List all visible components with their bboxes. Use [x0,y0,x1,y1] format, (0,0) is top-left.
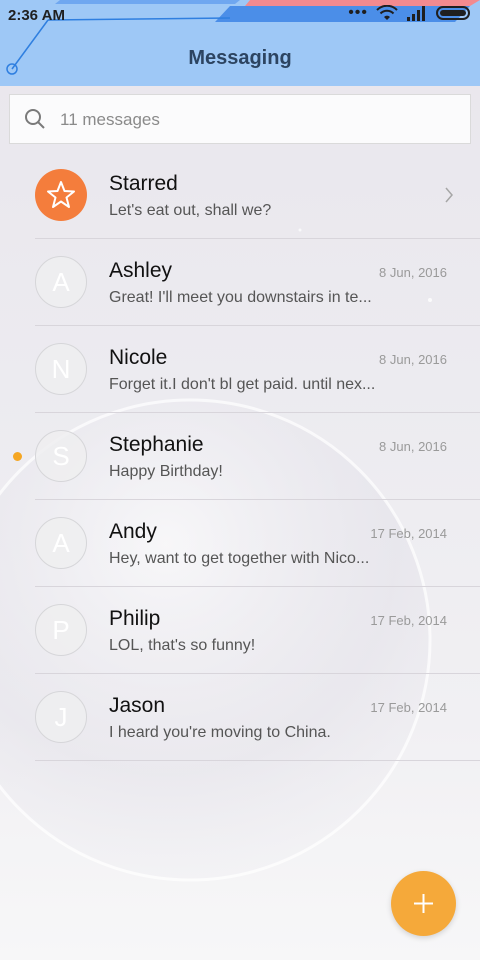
contact-name: Nicole [109,346,168,369]
contact-name: Andy [109,520,157,543]
message-preview: Forget it.I don't bl get paid. until nex… [109,376,376,393]
search-icon [25,109,45,129]
plus-icon [414,894,433,913]
page-title: Messaging [188,47,292,69]
conversation-row-andy[interactable]: A Andy Hey, want to get together with Ni… [0,500,480,587]
new-message-button[interactable] [391,871,456,936]
starred-avatar [35,169,87,221]
message-preview: Happy Birthday! [109,463,223,480]
app-header: 2:36 AM ••• Messaging [0,0,480,86]
message-preview: I heard you're moving to China. [109,724,331,741]
conversation-row-jason[interactable]: J Jason I heard you're moving to China. … [0,674,480,761]
contact-avatar: S [35,430,87,482]
message-date: 17 Feb, 2014 [370,613,447,628]
search-bar[interactable]: 11 messages [9,94,471,144]
message-date: 8 Jun, 2016 [379,352,447,367]
contact-name: Ashley [109,259,173,282]
message-date: 17 Feb, 2014 [370,700,447,715]
conversation-row-nicole[interactable]: N Nicole Forget it.I don't bl get paid. … [0,326,480,413]
contact-avatar: N [35,343,87,395]
contact-name: Philip [109,607,161,630]
message-date: 17 Feb, 2014 [370,526,447,541]
message-date: 8 Jun, 2016 [379,439,447,454]
unread-indicator [13,452,22,461]
message-preview: Let's eat out, shall we? [109,202,272,219]
chevron-right-icon [445,187,453,203]
contact-avatar: J [35,691,87,743]
contact-avatar: A [35,517,87,569]
message-preview: Hey, want to get together with Nico... [109,550,370,567]
contact-name: Stephanie [109,433,204,456]
wifi-icon [376,5,398,20]
contact-avatar: A [35,256,87,308]
contact-name: Starred [109,172,178,195]
status-icons: ••• [348,5,472,21]
conversation-row-starred[interactable]: Starred Let's eat out, shall we? [0,152,480,239]
signal-icon [407,6,425,21]
star-icon [47,181,75,208]
more-dots-icon: ••• [348,4,368,21]
status-time: 2:36 AM [8,7,65,24]
contact-name: Jason [109,694,166,717]
message-date: 8 Jun, 2016 [379,265,447,280]
message-preview: LOL, that's so funny! [109,637,256,654]
conversation-row-stephanie[interactable]: S Stephanie Happy Birthday! 8 Jun, 2016 [0,413,480,500]
conversation-row-philip[interactable]: P Philip LOL, that's so funny! 17 Feb, 2… [0,587,480,674]
conversation-row-ashley[interactable]: A Ashley Great! I'll meet you downstairs… [0,239,480,326]
row-divider [35,760,480,761]
search-placeholder: 11 messages [60,110,160,129]
contact-avatar: P [35,604,87,656]
battery-icon [436,6,470,20]
message-preview: Great! I'll meet you downstairs in te... [109,289,372,306]
